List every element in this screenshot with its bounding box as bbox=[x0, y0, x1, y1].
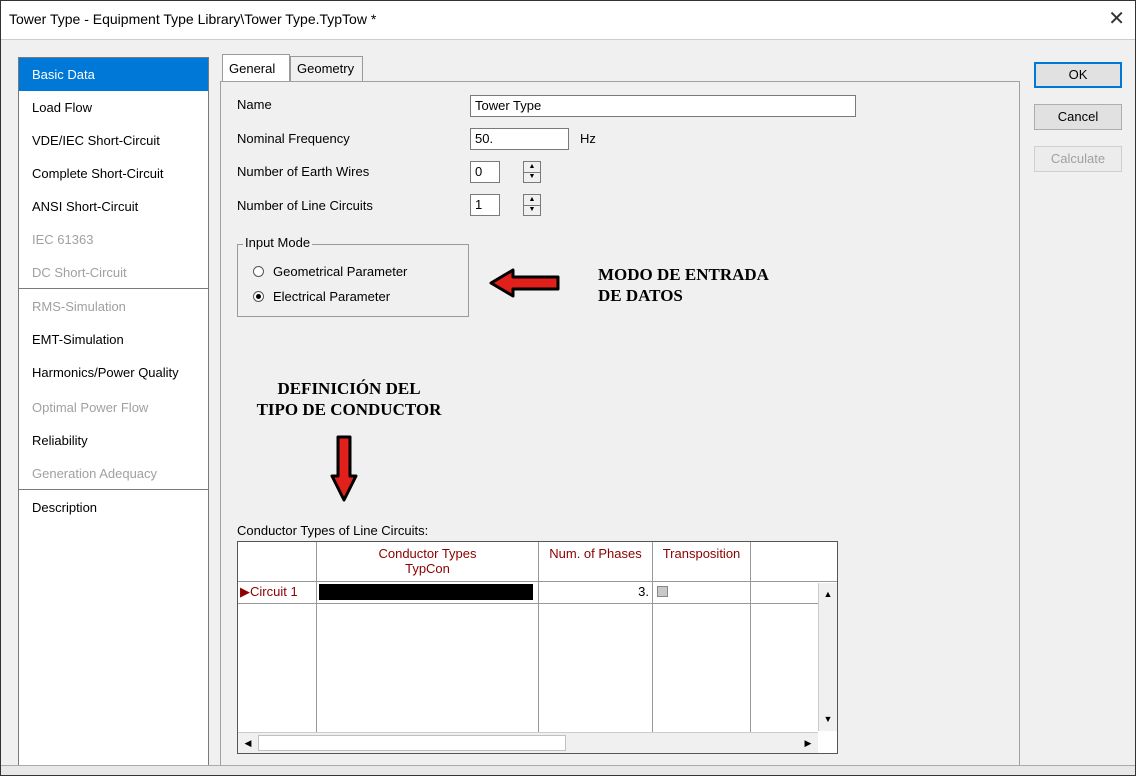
dialog-window: Tower Type - Equipment Type Library\Towe… bbox=[0, 0, 1136, 776]
grid-line bbox=[750, 604, 751, 732]
sidebar-item-reliability[interactable]: Reliability bbox=[19, 424, 208, 457]
table-corner-header bbox=[238, 542, 317, 582]
sidebar-item-generation-adequacy: Generation Adequacy bbox=[32, 466, 158, 481]
column-header-transposition[interactable]: Transposition bbox=[653, 542, 751, 582]
nominal-frequency-label: Nominal Frequency bbox=[237, 131, 350, 146]
grid-line bbox=[652, 604, 653, 732]
cancel-button[interactable]: Cancel bbox=[1034, 104, 1122, 130]
conductor-types-table: Conductor Types TypCon Num. of Phases Tr… bbox=[237, 541, 838, 754]
sidebar-item-complete-short-circuit[interactable]: Complete Short-Circuit bbox=[19, 157, 208, 190]
earth-wires-label: Number of Earth Wires bbox=[237, 164, 370, 179]
radio-checked-dot bbox=[256, 294, 261, 299]
down-arrow-annotation-icon bbox=[330, 435, 358, 502]
sidebar-item-basic-data[interactable]: Basic Data bbox=[19, 58, 208, 91]
column-header-empty bbox=[751, 542, 837, 582]
column-header-num-phases[interactable]: Num. of Phases bbox=[539, 542, 653, 582]
annotation-line: DEFINICIÓN DEL bbox=[277, 379, 421, 398]
window-title: Tower Type - Equipment Type Library\Towe… bbox=[9, 11, 377, 27]
sidebar-item-dc-short-circuit: DC Short-Circuit bbox=[32, 265, 127, 280]
sidebar-item-rms-simulation: RMS-Simulation bbox=[32, 299, 126, 314]
column-header-conductor-types[interactable]: Conductor Types TypCon bbox=[317, 542, 539, 582]
conductor-table-caption: Conductor Types of Line Circuits: bbox=[237, 523, 429, 538]
scroll-left-icon[interactable]: ◀ bbox=[240, 735, 256, 751]
grid-line bbox=[538, 604, 539, 732]
selected-cell-highlight bbox=[319, 584, 533, 600]
sidebar-item-harmonics-power-quality[interactable]: Harmonics/Power Quality bbox=[19, 356, 208, 389]
electrical-parameter-radio[interactable] bbox=[253, 291, 264, 302]
sidebar-item-iec-61363: IEC 61363 bbox=[32, 232, 94, 247]
sidebar-item-vde-iec-short-circuit[interactable]: VDE/IEC Short-Circuit bbox=[19, 124, 208, 157]
row-label: Circuit 1 bbox=[250, 584, 298, 599]
sidebar-divider bbox=[19, 288, 208, 289]
nominal-frequency-field[interactable]: 50. bbox=[470, 128, 569, 150]
window-bottom-edge bbox=[1, 765, 1135, 775]
transposition-checkbox[interactable] bbox=[657, 586, 668, 597]
annotation-line: DE DATOS bbox=[598, 286, 683, 305]
transposition-cell[interactable] bbox=[653, 582, 751, 604]
num-phases-cell[interactable]: 3. bbox=[539, 582, 653, 604]
sidebar-item-emt-simulation[interactable]: EMT-Simulation bbox=[19, 323, 208, 356]
line-circuits-field[interactable]: 1 bbox=[470, 194, 500, 216]
geometrical-parameter-radio[interactable] bbox=[253, 266, 264, 277]
earth-wires-stepper[interactable]: ▲ ▼ bbox=[523, 161, 541, 183]
input-mode-legend: Input Mode bbox=[243, 235, 313, 250]
tab-general[interactable]: General bbox=[222, 54, 290, 81]
annotation-line: TIPO DE CONDUCTOR bbox=[256, 400, 442, 419]
vertical-scrollbar[interactable]: ▲ ▼ bbox=[818, 583, 837, 731]
earth-wires-field[interactable]: 0 bbox=[470, 161, 500, 183]
annotation-line: MODO DE ENTRADA bbox=[598, 265, 769, 284]
sidebar: Basic Data Load Flow VDE/IEC Short-Circu… bbox=[18, 57, 209, 767]
table-cell-empty bbox=[751, 582, 818, 604]
conductor-type-cell[interactable] bbox=[317, 582, 539, 604]
stepper-down-icon[interactable]: ▼ bbox=[524, 205, 540, 215]
horizontal-scrollbar[interactable]: ◀ ▶ bbox=[238, 732, 818, 753]
column-header-label: Conductor Types bbox=[378, 546, 477, 561]
frequency-unit: Hz bbox=[580, 131, 596, 146]
column-header-sublabel: TypCon bbox=[405, 561, 450, 576]
calculate-button: Calculate bbox=[1034, 146, 1122, 172]
input-mode-annotation: MODO DE ENTRADA DE DATOS bbox=[598, 264, 769, 306]
title-bar: Tower Type - Equipment Type Library\Towe… bbox=[1, 1, 1135, 40]
sidebar-item-load-flow[interactable]: Load Flow bbox=[19, 91, 208, 124]
name-label: Name bbox=[237, 97, 272, 112]
geometrical-parameter-label[interactable]: Geometrical Parameter bbox=[273, 264, 407, 279]
sidebar-item-ansi-short-circuit[interactable]: ANSI Short-Circuit bbox=[19, 190, 208, 223]
sidebar-divider bbox=[19, 489, 208, 490]
scroll-right-icon[interactable]: ▶ bbox=[800, 735, 816, 751]
scroll-up-icon[interactable]: ▲ bbox=[820, 586, 836, 602]
stepper-down-icon[interactable]: ▼ bbox=[524, 172, 540, 182]
ok-button[interactable]: OK bbox=[1034, 62, 1122, 88]
electrical-parameter-label[interactable]: Electrical Parameter bbox=[273, 289, 390, 304]
tab-geometry[interactable]: Geometry bbox=[290, 56, 363, 81]
row-pointer-icon: ▶ bbox=[240, 584, 250, 599]
sidebar-item-description[interactable]: Description bbox=[19, 491, 208, 524]
left-arrow-annotation-icon bbox=[489, 268, 560, 298]
grid-line bbox=[316, 604, 317, 732]
sidebar-item-optimal-power-flow: Optimal Power Flow bbox=[32, 400, 149, 415]
line-circuits-label: Number of Line Circuits bbox=[237, 198, 373, 213]
table-row-header[interactable]: ▶Circuit 1 bbox=[238, 582, 317, 604]
scroll-down-icon[interactable]: ▼ bbox=[820, 711, 836, 727]
input-mode-group bbox=[237, 244, 469, 317]
line-circuits-stepper[interactable]: ▲ ▼ bbox=[523, 194, 541, 216]
conductor-type-annotation: DEFINICIÓN DEL TIPO DE CONDUCTOR bbox=[234, 378, 464, 420]
name-field[interactable]: Tower Type bbox=[470, 95, 856, 117]
close-icon[interactable]: ✕ bbox=[1108, 7, 1125, 31]
scroll-thumb[interactable] bbox=[258, 735, 566, 751]
